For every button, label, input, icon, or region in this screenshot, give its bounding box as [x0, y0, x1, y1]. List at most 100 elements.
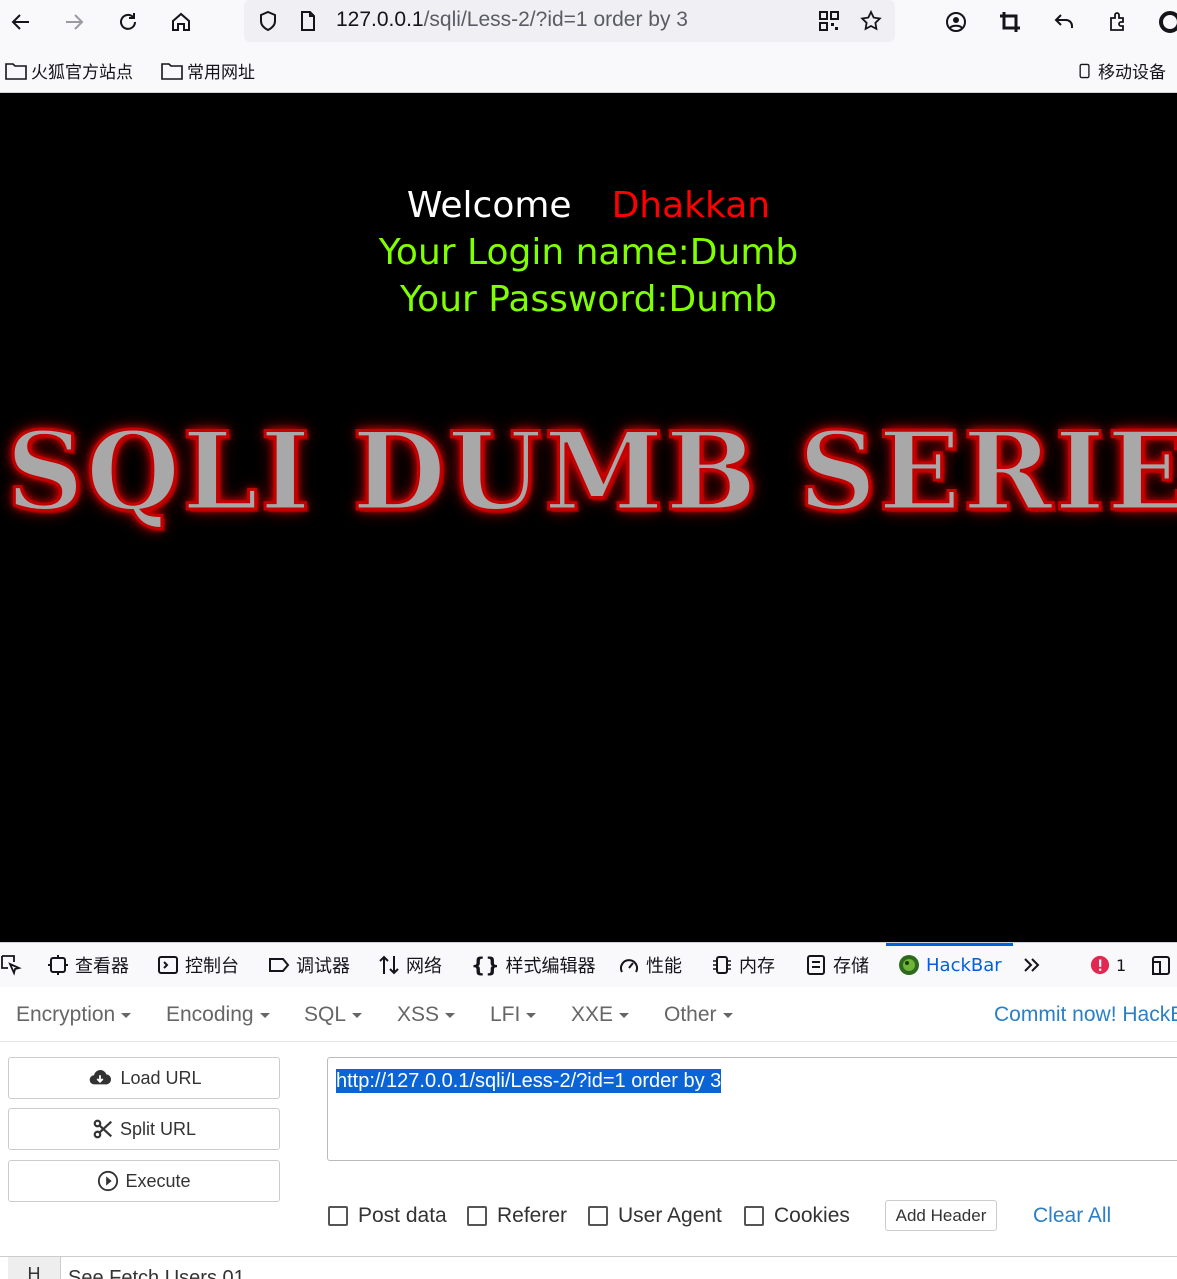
tab-memory[interactable]: 内存 — [711, 943, 775, 987]
url-host: 127.0.0.1 — [336, 8, 424, 31]
menu-label: LFI — [490, 1003, 521, 1026]
caret-down-icon — [445, 1012, 456, 1018]
checkbox-box[interactable] — [588, 1206, 608, 1226]
bookmark-mobile-devices[interactable]: 移动设备 — [1078, 58, 1166, 83]
undo-icon[interactable] — [1046, 4, 1082, 40]
bookmark-firefox-official[interactable]: 火狐官方站点 — [5, 58, 133, 83]
button-label: Load URL — [120, 1067, 202, 1088]
memory-chip-icon — [713, 956, 731, 974]
checkbox-label: Referer — [497, 1204, 568, 1227]
reload-icon[interactable] — [110, 4, 146, 40]
menu-xss[interactable]: XSS — [397, 1003, 456, 1027]
load-url-button[interactable]: Load URL — [8, 1057, 280, 1099]
scissors-icon — [93, 1119, 112, 1139]
account-icon[interactable] — [938, 4, 974, 40]
folder-icon — [161, 62, 183, 80]
performance-gauge-icon — [620, 959, 638, 973]
braces-icon: {} — [471, 953, 500, 977]
menu-label: Other — [664, 1003, 717, 1026]
tab-storage[interactable]: 存储 — [805, 943, 869, 987]
tab-style-editor[interactable]: {} 样式编辑器 — [471, 943, 595, 987]
menu-xxe[interactable]: XXE — [571, 1003, 630, 1027]
post-data-checkbox[interactable]: Post data — [328, 1204, 447, 1228]
menu-lfi[interactable]: LFI — [490, 1003, 537, 1027]
tab-label: 网络 — [406, 956, 442, 977]
login-name-line: Your Login name:Dumb — [378, 232, 799, 273]
caret-down-icon — [619, 1012, 630, 1018]
bookmark-star-icon[interactable] — [853, 3, 889, 39]
qr-code-icon[interactable] — [811, 3, 847, 39]
mobile-device-icon — [1079, 63, 1090, 78]
sqli-dumb-series-banner: SQLI DUMB SERIES — [4, 408, 1177, 537]
add-header-button[interactable]: Add Header — [885, 1200, 997, 1231]
button-label: Execute — [125, 1170, 191, 1191]
menu-other[interactable]: Other — [664, 1003, 733, 1027]
firefox-account-icon[interactable] — [1152, 4, 1177, 40]
tab-label: 查看器 — [75, 956, 129, 977]
checkbox-box[interactable] — [328, 1206, 348, 1226]
header-handle[interactable]: H — [8, 1257, 61, 1279]
checkbox-label: User Agent — [618, 1204, 722, 1227]
network-arrows-icon — [379, 955, 399, 975]
caret-down-icon — [722, 1012, 733, 1018]
tab-network[interactable]: 网络 — [378, 943, 442, 987]
hackbar-menu-bar: Encryption Encoding SQL XSS LFI XXE Othe… — [0, 987, 1177, 1042]
checkbox-label: Post data — [358, 1204, 447, 1227]
browser-toolbar: 127.0.0.1/sqli/Less-2/?id=1 order by 3 — [0, 0, 1177, 48]
page-icon — [290, 3, 326, 39]
responsive-design-icon[interactable] — [1150, 943, 1172, 987]
menu-label: Encryption — [16, 1003, 116, 1026]
menu-encoding[interactable]: Encoding — [166, 1003, 270, 1027]
menu-label: SQL — [304, 1003, 347, 1026]
shield-icon[interactable] — [250, 3, 286, 39]
home-icon[interactable] — [163, 4, 199, 40]
tab-console[interactable]: 控制台 — [157, 943, 239, 987]
checkbox-box[interactable] — [744, 1206, 764, 1226]
page-content: Welcome Dhakkan Your Login name:Dumb Your… — [0, 93, 1177, 942]
folder-icon — [5, 62, 27, 80]
cookies-checkbox[interactable]: Cookies — [744, 1204, 850, 1228]
bookmark-common-sites[interactable]: 常用网址 — [161, 58, 255, 83]
inspector-icon — [48, 955, 68, 975]
bookmark-label: 火狐官方站点 — [31, 63, 133, 83]
tab-hackbar[interactable]: HackBar — [886, 943, 1013, 984]
cloud-download-icon — [90, 1070, 112, 1085]
menu-sql[interactable]: SQL — [304, 1003, 363, 1027]
password-line: Your Password:Dumb — [399, 279, 778, 320]
tab-performance[interactable]: 性能 — [618, 943, 682, 987]
extensions-icon[interactable] — [1100, 4, 1136, 40]
referer-checkbox[interactable]: Referer — [467, 1204, 567, 1228]
url-textarea[interactable]: http://127.0.0.1/sqli/Less-2/?id=1 order… — [327, 1057, 1177, 1161]
menu-encryption[interactable]: Encryption — [16, 1003, 132, 1027]
forward-icon[interactable] — [56, 4, 92, 40]
tab-debugger[interactable]: 调试器 — [268, 943, 350, 987]
split-url-button[interactable]: Split URL — [8, 1108, 280, 1150]
error-count: 1 — [1116, 955, 1127, 975]
welcome-line: Welcome Dhakkan — [0, 185, 1177, 226]
bookmark-label: 常用网址 — [187, 63, 255, 83]
back-icon[interactable] — [3, 4, 39, 40]
commit-now-link[interactable]: Commit now! HackBar — [994, 1003, 1177, 1027]
address-bar[interactable]: 127.0.0.1/sqli/Less-2/?id=1 order by 3 — [244, 0, 895, 42]
header-row-text: See Fetch Users 01 — [68, 1267, 245, 1279]
devtools-tab-bar: 查看器 控制台 调试器 网络 {} 样式编辑器 性能 内存 存储 HackBar… — [0, 942, 1177, 988]
menu-label: XSS — [397, 1003, 440, 1026]
error-count-badge[interactable]: 1 — [1090, 943, 1126, 987]
tab-inspector[interactable]: 查看器 — [47, 943, 129, 987]
url-text[interactable]: 127.0.0.1/sqli/Less-2/?id=1 order by 3 — [336, 8, 688, 32]
header-row: H See Fetch Users 01 — [0, 1256, 1177, 1279]
tab-label: 性能 — [646, 956, 682, 977]
url-textarea-value: http://127.0.0.1/sqli/Less-2/?id=1 order… — [336, 1069, 722, 1093]
caret-down-icon — [352, 1012, 363, 1018]
clear-all-link[interactable]: Clear All — [1033, 1204, 1111, 1228]
caret-down-icon — [526, 1012, 537, 1018]
hackbar-logo-icon — [899, 955, 919, 975]
execute-button[interactable]: Execute — [8, 1160, 280, 1202]
caret-down-icon — [259, 1012, 270, 1018]
user-agent-checkbox[interactable]: User Agent — [588, 1204, 722, 1228]
play-circle-icon — [98, 1170, 119, 1192]
checkbox-box[interactable] — [467, 1206, 487, 1226]
more-tabs-chevrons-icon[interactable] — [1021, 943, 1043, 987]
element-picker-icon[interactable] — [0, 943, 22, 987]
screenshot-crop-icon[interactable] — [992, 4, 1028, 40]
